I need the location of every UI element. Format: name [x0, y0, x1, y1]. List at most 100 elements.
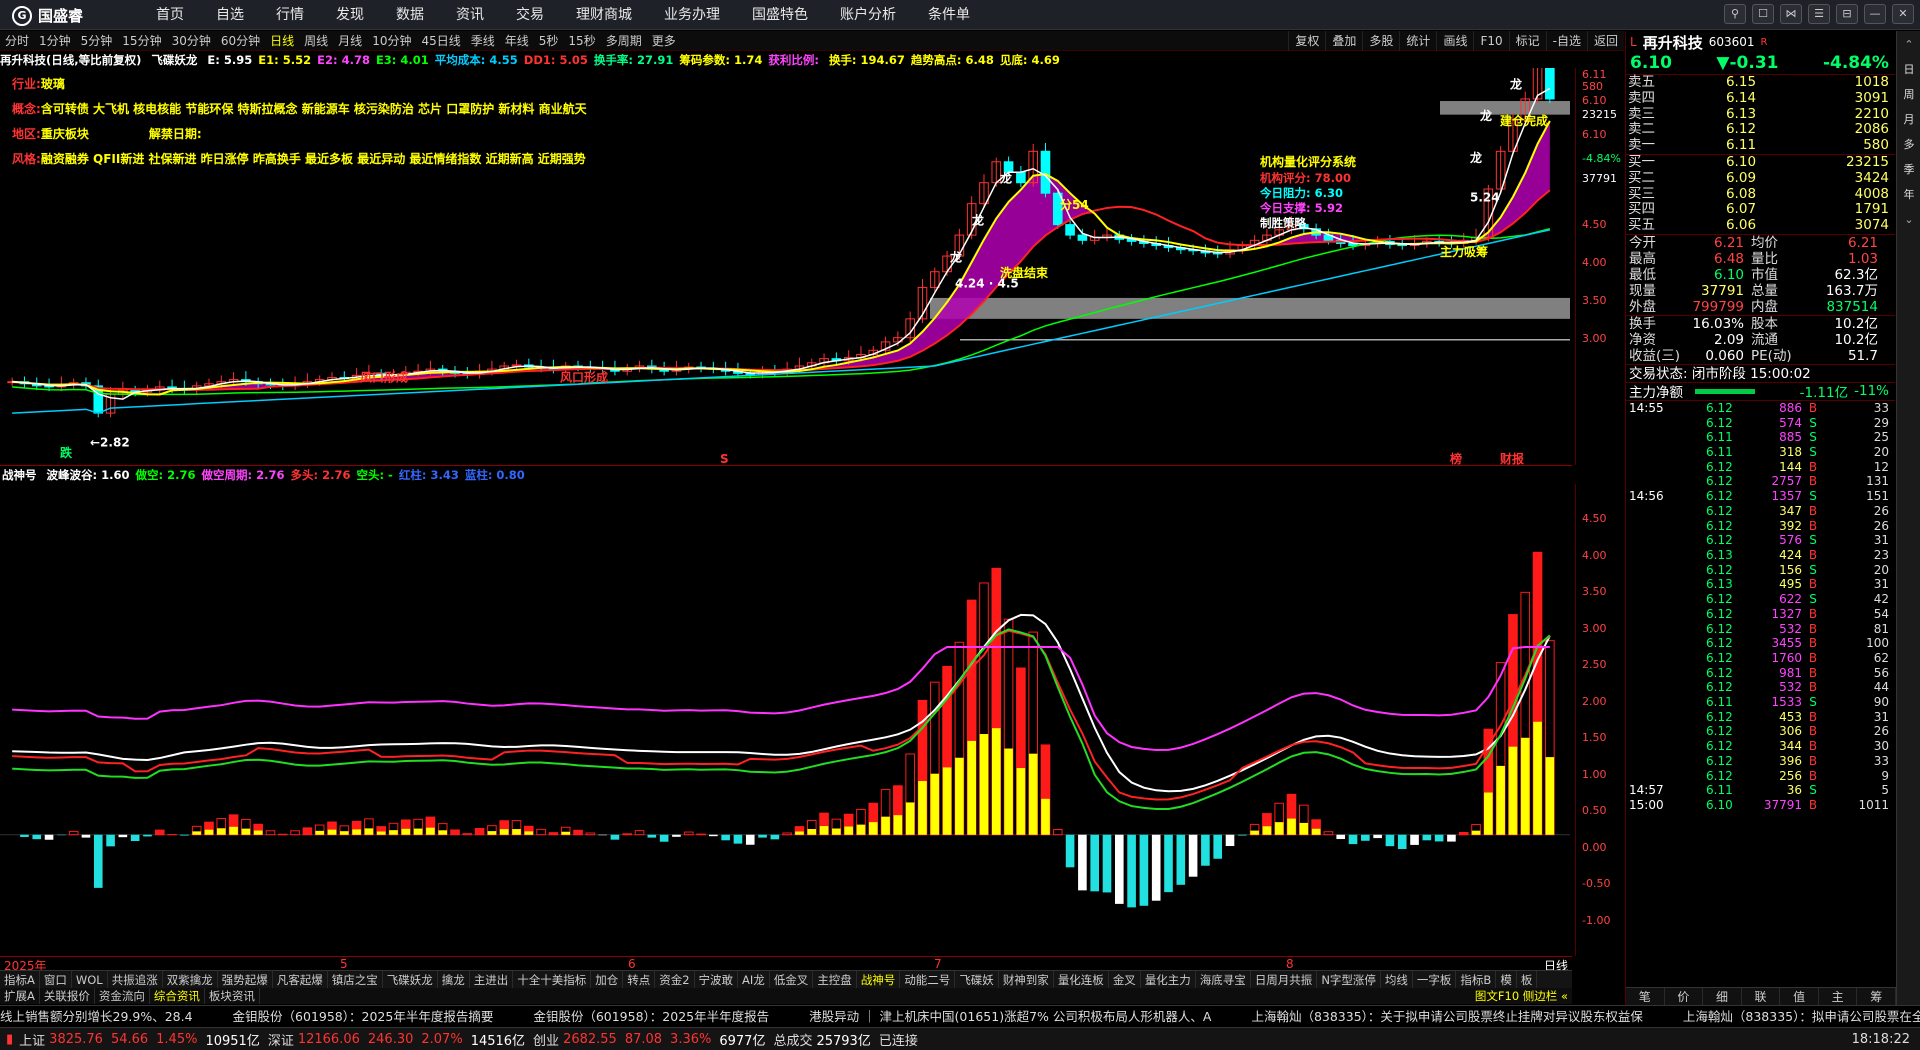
- chart-tool-6[interactable]: 标记: [1508, 31, 1546, 51]
- indicator-tab-9[interactable]: 擒龙: [438, 971, 470, 988]
- indicator-tab-5[interactable]: 强势起爆: [218, 971, 273, 988]
- menu-item-2[interactable]: 行情: [260, 0, 320, 30]
- ask-row[interactable]: 卖一 6.11 580: [1626, 137, 1895, 154]
- indicator-tab-3[interactable]: 共振追涨: [108, 971, 163, 988]
- indicator-tab-15[interactable]: 宁波敢: [695, 971, 739, 988]
- period-tab-14[interactable]: 15秒: [563, 31, 600, 51]
- period-tab-0[interactable]: 分时: [0, 31, 34, 51]
- indicator-name[interactable]: 飞碟妖龙: [151, 53, 197, 67]
- indicator-tab-12[interactable]: 加仓: [591, 971, 624, 988]
- period-tab-6[interactable]: 日线: [265, 31, 299, 51]
- period-tab-15[interactable]: 多周期: [601, 31, 647, 51]
- period-tab-11[interactable]: 季线: [466, 31, 500, 51]
- indicator-tab-2[interactable]: WOL: [72, 971, 108, 988]
- window-control-icon-5[interactable]: —: [1864, 4, 1886, 24]
- side-icon-4[interactable]: 多: [1898, 134, 1920, 156]
- sub-indicator-chart[interactable]: [0, 484, 1570, 956]
- indicator-tab-25[interactable]: 量化主力: [1141, 971, 1196, 988]
- side-icon-5[interactable]: 季: [1898, 159, 1920, 181]
- ext-tab-2[interactable]: 资金流向: [95, 988, 150, 1004]
- menu-item-9[interactable]: 国盛特色: [736, 0, 824, 30]
- f10-sidebar-toggle[interactable]: 图文F10 侧边栏 «: [1471, 988, 1572, 1004]
- indicator-tab-33[interactable]: 板: [1517, 971, 1538, 988]
- news-item[interactable]: 金钼股份（601958）：2025年半年度报告摘要: [233, 1006, 494, 1027]
- ext-tab-3[interactable]: 综合资讯: [150, 988, 205, 1004]
- chart-tool-0[interactable]: 复权: [1288, 31, 1325, 51]
- news-item[interactable]: 港股异动 ｜ 津上机床中国(01651)涨超7% 公司积极布局人形机器人、A: [809, 1006, 1211, 1027]
- chart-tool-4[interactable]: 画线: [1436, 31, 1473, 51]
- ext-tab-1[interactable]: 关联报价: [40, 988, 95, 1004]
- indicator-tab-16[interactable]: AI龙: [738, 971, 770, 988]
- window-control-icon-3[interactable]: ☰: [1808, 4, 1830, 24]
- indicator-tab-32[interactable]: 模: [1496, 971, 1517, 988]
- bid-row[interactable]: 买三 6.08 4008: [1626, 186, 1895, 203]
- indicator-tab-14[interactable]: 资金2: [655, 971, 695, 988]
- period-tab-2[interactable]: 5分钟: [76, 31, 118, 51]
- indicator-tab-1[interactable]: 窗口: [40, 971, 72, 988]
- bid-row[interactable]: 买五 6.06 3074: [1626, 217, 1895, 234]
- menu-item-4[interactable]: 数据: [380, 0, 440, 30]
- menu-item-5[interactable]: 资讯: [440, 0, 500, 30]
- quote-tab-4[interactable]: 值: [1780, 988, 1819, 1005]
- window-control-icon-0[interactable]: ⚲: [1724, 4, 1746, 24]
- quote-tab-3[interactable]: 联: [1742, 988, 1781, 1005]
- period-tab-10[interactable]: 45日线: [416, 31, 465, 51]
- menu-item-11[interactable]: 条件单: [912, 0, 986, 30]
- indicator-tab-10[interactable]: 主进出: [470, 971, 514, 988]
- window-control-icon-4[interactable]: ⊟: [1836, 4, 1858, 24]
- chart-tool-5[interactable]: F10: [1473, 31, 1508, 51]
- stock-name[interactable]: 再升科技: [1643, 32, 1703, 53]
- indicator-tab-22[interactable]: 财神到家: [999, 971, 1054, 988]
- bid-row[interactable]: 买二 6.09 3424: [1626, 170, 1895, 187]
- indicator-tab-0[interactable]: 指标A: [0, 971, 40, 988]
- indicator-tab-8[interactable]: 飞碟妖龙: [383, 971, 438, 988]
- sub-indicator-name[interactable]: 战神号: [2, 468, 37, 482]
- window-control-icon-2[interactable]: ⋈: [1780, 4, 1802, 24]
- menu-item-8[interactable]: 业务办理: [648, 0, 736, 30]
- period-tab-3[interactable]: 15分钟: [117, 31, 166, 51]
- indicator-tab-24[interactable]: 金叉: [1109, 971, 1141, 988]
- chart-tool-8[interactable]: 返回: [1586, 31, 1624, 51]
- bid-row[interactable]: 买一 6.10 23215: [1626, 154, 1895, 170]
- menu-item-7[interactable]: 理财商城: [560, 0, 648, 30]
- news-item[interactable]: 线上销售额分别增长29.9%、28.4: [0, 1006, 193, 1027]
- news-ticker[interactable]: 线上销售额分别增长29.9%、28.4 金钼股份（601958）：2025年半年度…: [0, 1005, 1920, 1027]
- quote-tab-2[interactable]: 细: [1703, 988, 1742, 1005]
- ask-row[interactable]: 卖三 6.13 2210: [1626, 106, 1895, 123]
- period-tab-5[interactable]: 60分钟: [216, 31, 265, 51]
- side-icon-0[interactable]: ⌃: [1898, 34, 1920, 56]
- menu-item-10[interactable]: 账户分析: [824, 0, 912, 30]
- indicator-tab-11[interactable]: 十全十美指标: [513, 971, 592, 988]
- indicator-tab-17[interactable]: 低金叉: [770, 971, 814, 988]
- ask-row[interactable]: 卖五 6.15 1018: [1626, 74, 1895, 91]
- period-tab-4[interactable]: 30分钟: [167, 31, 216, 51]
- ask-row[interactable]: 卖四 6.14 3091: [1626, 90, 1895, 107]
- indicator-tab-29[interactable]: 均线: [1381, 971, 1413, 988]
- chart-tool-1[interactable]: 叠加: [1325, 31, 1362, 51]
- chart-tool-2[interactable]: 多股: [1362, 31, 1399, 51]
- indicator-tab-20[interactable]: 动能二号: [900, 971, 956, 988]
- side-icon-2[interactable]: 周: [1898, 84, 1920, 106]
- menu-item-6[interactable]: 交易: [500, 0, 560, 30]
- quote-tab-0[interactable]: 笔: [1626, 988, 1665, 1005]
- bid-row[interactable]: 买四 6.07 1791: [1626, 202, 1895, 218]
- menu-item-1[interactable]: 自选: [200, 0, 260, 30]
- ext-tab-4[interactable]: 板块资讯: [205, 988, 260, 1004]
- news-item[interactable]: 金钼股份（601958）：2025年半年度报告: [533, 1006, 769, 1027]
- quote-tab-1[interactable]: 价: [1665, 988, 1704, 1005]
- news-item[interactable]: 上海翰灿（838335）：拟申请公司股票在全国中小企业股份转: [1683, 1006, 1920, 1027]
- window-control-icon-1[interactable]: ☐: [1752, 4, 1774, 24]
- ask-row[interactable]: 卖二 6.12 2086: [1626, 122, 1895, 138]
- indicator-tab-28[interactable]: N字型涨停: [1317, 971, 1381, 988]
- index-name[interactable]: 上证: [19, 1030, 45, 1049]
- quote-tab-5[interactable]: 主: [1819, 988, 1858, 1005]
- period-tab-1[interactable]: 1分钟: [34, 31, 76, 51]
- side-icon-6[interactable]: 年: [1898, 184, 1920, 206]
- chart-tool-3[interactable]: 统计: [1399, 31, 1436, 51]
- indicator-tab-19[interactable]: 战神号: [857, 971, 901, 988]
- news-item[interactable]: 上海翰灿（838335）：关于拟申请公司股票终止挂牌对异议股东权益保: [1251, 1006, 1642, 1027]
- indicator-tab-4[interactable]: 双紫擒龙: [163, 971, 218, 988]
- index-name[interactable]: 创业: [533, 1030, 559, 1049]
- side-icon-1[interactable]: 日: [1898, 59, 1920, 81]
- index-name[interactable]: 深证: [268, 1030, 294, 1049]
